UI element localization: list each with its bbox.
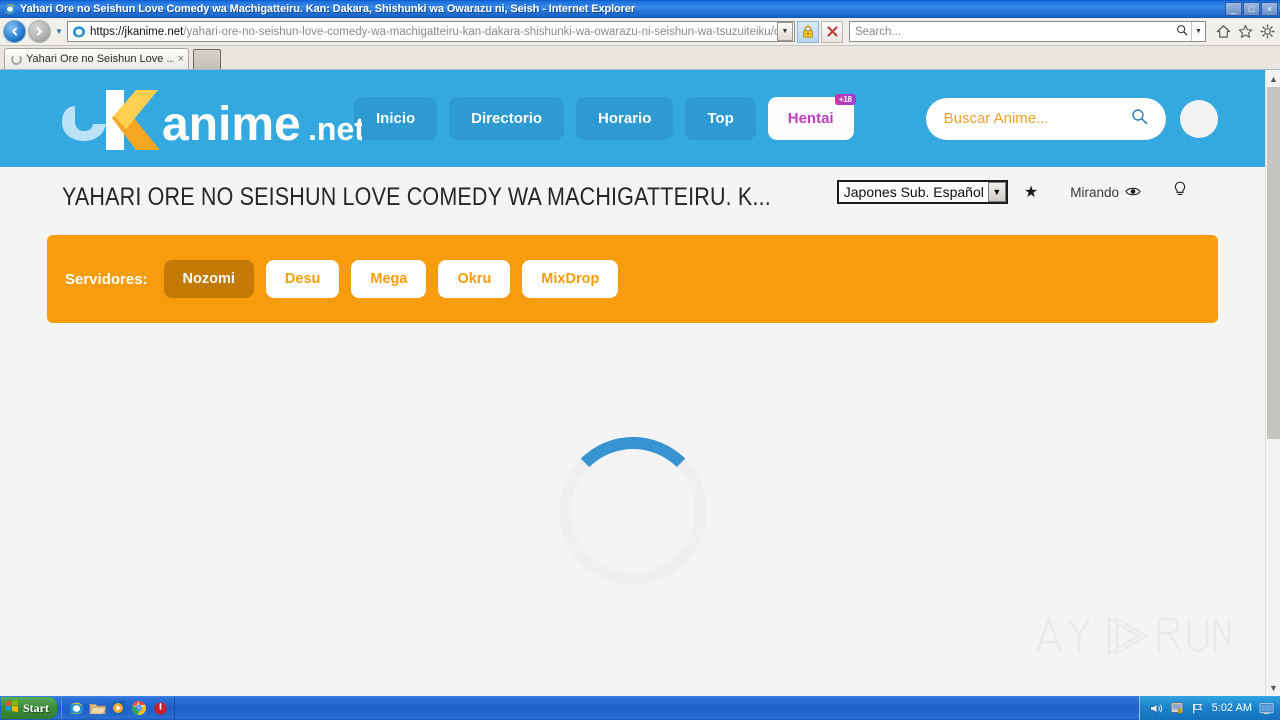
favorite-button[interactable]: ★ [1008, 182, 1054, 202]
internet-explorer-icon [3, 2, 17, 16]
watch-status-label: Mirando [1070, 184, 1119, 200]
back-button[interactable] [3, 20, 26, 43]
tab-strip: Yahari Ore no Seishun Love ... × [0, 46, 1280, 70]
nav-item-horario[interactable]: Horario [576, 97, 674, 140]
svg-text:anime: anime [162, 98, 301, 151]
media-player-icon[interactable] [109, 699, 127, 717]
loading-spinner [558, 437, 707, 585]
minimize-button[interactable]: _ [1225, 2, 1242, 16]
browser-toolbar: ▼ https://jkanime.net/yahari-ore-no-seis… [0, 18, 1280, 46]
chrome-icon[interactable] [130, 699, 148, 717]
address-bar[interactable]: https://jkanime.net/yahari-ore-no-seishu… [67, 21, 795, 42]
site-search-area: Buscar Anime... [925, 97, 1218, 140]
address-dropdown-button[interactable]: ▼ [777, 22, 793, 41]
folder-icon[interactable] [88, 699, 106, 717]
server-button-nozomi[interactable]: Nozomi [163, 260, 254, 298]
browser-toolbar-buttons [1208, 21, 1277, 43]
lights-toggle-button[interactable] [1157, 181, 1203, 204]
site-logo[interactable]: anime .net [62, 84, 362, 154]
close-button[interactable]: × [1261, 2, 1278, 16]
window-controls: _ □ × [1225, 2, 1278, 16]
gear-icon[interactable] [1257, 21, 1277, 43]
taskbar-clock[interactable]: 5:02 AM [1212, 702, 1252, 714]
security-shield-icon[interactable] [1170, 701, 1184, 715]
scrollbar-thumb[interactable] [1267, 87, 1280, 439]
language-select-value: Japones Sub. Español [843, 184, 984, 200]
address-url: https://jkanime.net/yahari-ore-no-seishu… [90, 26, 777, 38]
search-icon[interactable] [1131, 108, 1148, 130]
nav-item-directorio[interactable]: Directorio [449, 97, 565, 140]
svg-text:.net: .net [308, 111, 362, 147]
home-icon[interactable] [1213, 21, 1233, 43]
quick-launch-bar [61, 697, 175, 719]
star-icon: ★ [1023, 184, 1039, 201]
internet-explorer-icon[interactable] [67, 699, 85, 717]
volume-icon[interactable] [1149, 702, 1163, 715]
servers-bar: Servidores: Nozomi Desu Mega Okru MixDro… [47, 235, 1218, 323]
browser-search-input[interactable]: Search... ▼ [849, 21, 1206, 42]
start-button-label: Start [23, 700, 49, 715]
nav-item-hentai[interactable]: Hentai +18 [767, 94, 856, 140]
title-tools: Japones Sub. Español ▼ ★ Mirando [836, 180, 1203, 204]
browser-search-placeholder: Search... [855, 25, 902, 38]
url-path: /yahari-ore-no-seishun-love-comedy-wa-ma… [183, 25, 777, 38]
user-avatar[interactable] [1179, 99, 1218, 138]
new-tab-button[interactable] [193, 49, 221, 69]
page-favicon [71, 24, 87, 40]
server-button-mixdrop[interactable]: MixDrop [522, 260, 619, 298]
eye-icon [1125, 184, 1141, 200]
server-button-desu[interactable]: Desu [265, 260, 340, 298]
page-content: anime .net Inicio Directorio Horario Top… [0, 70, 1265, 696]
browser-tab-title: Yahari Ore no Seishun Love ... [26, 53, 174, 65]
lock-icon[interactable] [797, 20, 819, 43]
power-icon[interactable] [151, 699, 169, 717]
forward-button[interactable] [28, 20, 51, 43]
favorites-star-icon[interactable] [1235, 21, 1255, 43]
servers-label: Servidores: [65, 270, 148, 288]
lightbulb-icon [1173, 181, 1187, 204]
show-desktop-icon[interactable] [1259, 702, 1274, 715]
url-host: https://jkanime.net [90, 25, 184, 38]
nav-item-inicio[interactable]: Inicio [354, 97, 438, 140]
history-dropdown-icon[interactable]: ▼ [53, 27, 65, 36]
site-nav: Inicio Directorio Horario Top Hentai +18 [354, 94, 856, 140]
maximize-button[interactable]: □ [1243, 2, 1260, 16]
site-search-placeholder: Buscar Anime... [943, 110, 1049, 127]
scroll-down-arrow[interactable]: ▼ [1266, 679, 1280, 696]
chevron-down-icon[interactable]: ▼ [987, 182, 1006, 202]
video-player-area [0, 381, 1265, 641]
nav-item-hentai-label: Hentai [787, 110, 834, 127]
window-titlebar: Yahari Ore no Seishun Love Comedy wa Mac… [0, 0, 1280, 18]
page-viewport: anime .net Inicio Directorio Horario Top… [0, 70, 1280, 696]
search-provider-dropdown-icon[interactable]: ▼ [1191, 22, 1205, 41]
watch-status-button[interactable]: Mirando [1054, 184, 1157, 200]
start-button[interactable]: Start [1, 697, 57, 719]
taskbar: Start 5:02 AM [0, 696, 1280, 720]
anime-title-row: Yahari Ore no Seishun Love Comedy wa Mac… [0, 167, 1265, 227]
page-scrollbar[interactable]: ▲ ▼ [1265, 70, 1280, 696]
language-select[interactable]: Japones Sub. Español ▼ [836, 180, 1008, 204]
windows-logo-icon [5, 699, 19, 717]
scroll-up-arrow[interactable]: ▲ [1266, 70, 1280, 87]
tab-close-icon[interactable]: × [178, 53, 184, 65]
network-flag-icon[interactable] [1191, 702, 1205, 715]
server-button-okru[interactable]: Okru [438, 260, 511, 298]
site-search-input[interactable]: Buscar Anime... [925, 97, 1166, 140]
age-restriction-badge: +18 [834, 94, 856, 105]
nav-item-top[interactable]: Top [685, 97, 756, 140]
window-title: Yahari Ore no Seishun Love Comedy wa Mac… [20, 3, 636, 15]
page-title: Yahari Ore no Seishun Love Comedy wa Mac… [62, 182, 771, 211]
search-icon[interactable] [1173, 23, 1191, 41]
browser-tab[interactable]: Yahari Ore no Seishun Love ... × [4, 48, 189, 69]
system-tray: 5:02 AM [1138, 696, 1280, 720]
site-header: anime .net Inicio Directorio Horario Top… [0, 70, 1265, 167]
spinner-icon [11, 53, 22, 65]
stop-icon[interactable] [821, 20, 843, 43]
server-button-mega[interactable]: Mega [351, 260, 427, 298]
